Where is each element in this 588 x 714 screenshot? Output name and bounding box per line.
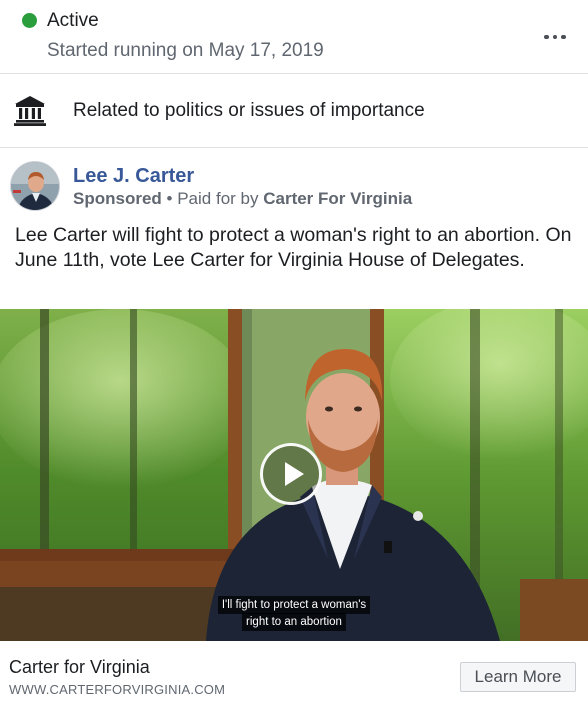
active-status-dot (22, 13, 37, 28)
learn-more-button[interactable]: Learn More (460, 662, 576, 692)
play-icon (285, 462, 304, 486)
link-url: WWW.CARTERFORVIRGINIA.COM (9, 682, 226, 697)
avatar-photo (11, 162, 59, 210)
status-label: Active (47, 10, 99, 31)
category-label: Related to politics or issues of importa… (73, 100, 425, 121)
paid-for-prefix: Paid for by (177, 189, 259, 208)
ad-card: Active Started running on May 17, 2019 R… (0, 0, 588, 714)
separator-dot: • (166, 189, 173, 208)
link-title[interactable]: Carter for Virginia (9, 657, 150, 678)
post-body-text: Lee Carter will fight to protect a woman… (15, 224, 572, 271)
sponsored-label: Sponsored (73, 189, 162, 208)
ad-status-header: Active Started running on May 17, 2019 (0, 0, 588, 74)
start-date-text: Started running on May 17, 2019 (47, 40, 324, 61)
page-avatar[interactable] (10, 161, 60, 211)
ad-category-row: Related to politics or issues of importa… (0, 74, 588, 148)
page-name-link[interactable]: Lee J. Carter (73, 165, 194, 188)
ad-link-footer[interactable]: Carter for Virginia WWW.CARTERFORVIRGINI… (0, 641, 588, 714)
paid-for-name: Carter For Virginia (263, 189, 413, 208)
play-button[interactable] (260, 443, 322, 505)
government-building-icon (14, 96, 46, 126)
sponsored-line: Sponsored • Paid for by Carter For Virgi… (73, 189, 412, 209)
more-options-button[interactable] (540, 22, 570, 52)
more-horizontal-icon (544, 34, 566, 40)
